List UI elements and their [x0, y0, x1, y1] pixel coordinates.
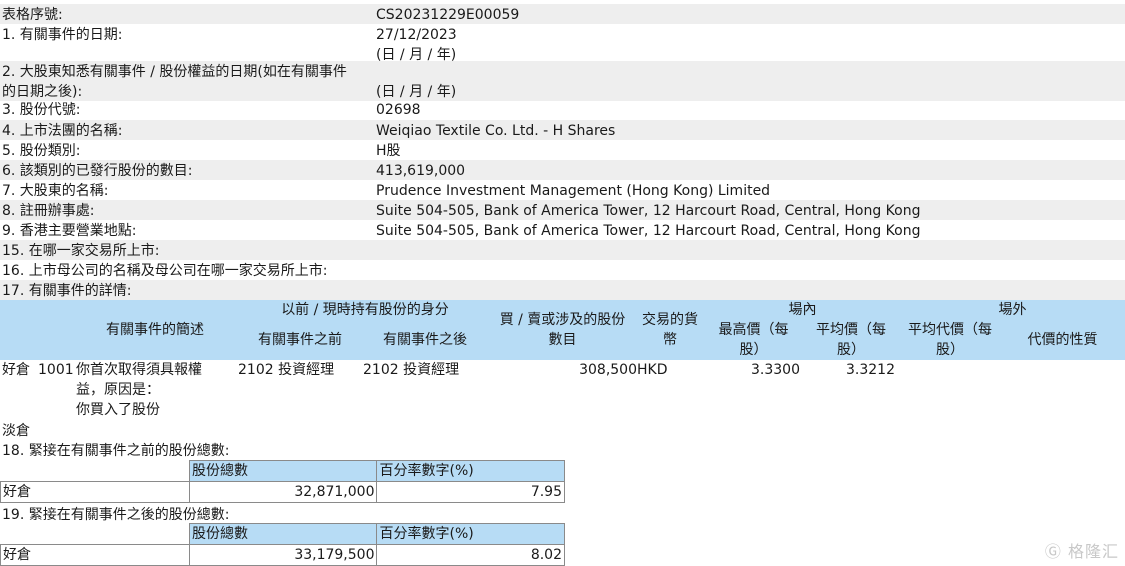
- event-description-line: 你首次取得須具報權: [76, 362, 202, 378]
- short-position-label: 淡倉: [2, 423, 30, 439]
- percentage-value: 8.02: [376, 544, 565, 566]
- header-on-exchange: 場內: [788, 302, 817, 318]
- awareness-date-row: 2. 大股東知悉有關事件 / 股份權益的日期(如在有關事件 的日期之後): (日…: [0, 61, 1125, 101]
- section18-table: 股份總數 百分率數字(%) 好倉 32,871,000 7.95: [0, 460, 565, 503]
- shareholder-name-label: 7. 大股東的名稱:: [2, 183, 109, 199]
- high-price: 3.3300: [751, 362, 800, 378]
- header-avg-price: 平均價（每: [816, 322, 886, 338]
- header-capacity: 以前 / 現時持有股份的身分: [281, 302, 449, 318]
- capacity-after: 2102 投資經理: [363, 362, 460, 378]
- hk-business-place-row: 9. 香港主要營業地點: Suite 504-505, Bank of Amer…: [0, 220, 1125, 240]
- parent-company-label: 16. 上市母公司的名稱及母公司在哪一家交易所上市:: [2, 263, 328, 279]
- registered-office-label: 8. 註冊辦事處:: [2, 203, 95, 219]
- company-name-row: 4. 上市法團的名稱: Weiqiao Textile Co. Ltd. - H…: [0, 120, 1125, 140]
- event-date-row: 1. 有關事件的日期: 27/12/2023 (日 / 月 / 年): [0, 24, 1125, 64]
- issued-shares-row: 6. 該類別的已發行股份的數目: 413,619,000: [0, 160, 1125, 180]
- header-high-price: 最高價（每: [718, 322, 789, 338]
- watermark-logo-icon: Ⓖ: [1044, 542, 1062, 561]
- section19-title: 19. 緊接在有關事件之後的股份總數:: [2, 507, 230, 523]
- event-date-value: 27/12/2023: [376, 27, 457, 43]
- header-off-exchange: 場外: [998, 302, 1027, 318]
- awareness-date-label: 2. 大股東知悉有關事件 / 股份權益的日期(如在有關事件: [2, 64, 347, 80]
- total-shares-value: 33,179,500: [188, 544, 378, 566]
- exchange-row: 15. 在哪一家交易所上市:: [0, 240, 1125, 260]
- form-number-value: CS20231229E00059: [376, 7, 520, 23]
- share-class-value: H股: [376, 143, 401, 159]
- form-number-row: 表格序號: CS20231229E00059: [0, 4, 1125, 24]
- empty-header-cell: [0, 523, 190, 545]
- parent-company-row: 16. 上市母公司的名稱及母公司在哪一家交易所上市:: [0, 260, 1125, 280]
- section19-title-row: 19. 緊接在有關事件之後的股份總數:: [0, 504, 1125, 524]
- hk-business-place-value: Suite 504-505, Bank of America Tower, 12…: [376, 223, 921, 239]
- short-position-row: 淡倉: [0, 420, 1125, 440]
- header-before: 有關事件之前: [258, 332, 342, 348]
- total-shares-value: 32,871,000: [188, 481, 378, 503]
- header-after: 有關事件之後: [383, 332, 467, 348]
- header-description: 有關事件的簡述: [106, 322, 204, 338]
- issued-shares-value: 413,619,000: [376, 163, 466, 179]
- watermark: Ⓖ 格隆汇: [1045, 538, 1119, 562]
- currency: HKD: [637, 362, 668, 378]
- row-label: 好倉: [0, 481, 190, 503]
- stock-code-value: 02698: [376, 102, 421, 118]
- event-date-label: 1. 有關事件的日期:: [2, 27, 123, 43]
- shareholder-name-row: 7. 大股東的名稱: Prudence Investment Managemen…: [0, 180, 1125, 200]
- header-shares: 買 / 賣或涉及的股份: [499, 312, 626, 328]
- col-total-shares: 股份總數: [188, 523, 378, 545]
- avg-price: 3.3212: [846, 362, 895, 378]
- section19-table: 股份總數 百分率數字(%) 好倉 33,179,500 8.02: [0, 523, 565, 566]
- header-high-price-cont: 股）: [739, 342, 768, 358]
- registered-office-row: 8. 註冊辦事處: Suite 504-505, Bank of America…: [0, 200, 1125, 220]
- header-avg-price-cont: 股）: [837, 342, 865, 358]
- capacity-before: 2102 投資經理: [238, 362, 335, 378]
- header-currency: 交易的貨: [642, 312, 698, 328]
- form-number-label: 表格序號:: [2, 7, 63, 23]
- header-currency-cont: 幣: [663, 332, 677, 348]
- empty-header-cell: [0, 460, 190, 482]
- stock-code-label: 3. 股份代號:: [2, 102, 81, 118]
- shareholder-name-value: Prudence Investment Management (Hong Kon…: [376, 183, 771, 199]
- event-details-row: 17. 有關事件的詳情:: [0, 280, 1125, 300]
- col-total-shares: 股份總數: [188, 460, 378, 482]
- stock-code-row: 3. 股份代號: 02698: [0, 99, 1125, 119]
- header-off-avg-price: 平均代價（每: [908, 322, 992, 338]
- col-percentage: 百分率數字(%): [376, 460, 565, 482]
- event-table-header: 有關事件的簡述 以前 / 現時持有股份的身分 有關事件之前 有關事件之後 買 /…: [0, 300, 1125, 360]
- row-label: 好倉: [0, 544, 190, 566]
- share-class-label: 5. 股份類別:: [2, 143, 81, 159]
- header-consideration: 代價的性質: [1027, 332, 1098, 348]
- hk-business-place-label: 9. 香港主要營業地點:: [2, 223, 137, 239]
- header-off-avg-price-cont: 股）: [936, 342, 964, 358]
- event-details-label: 17. 有關事件的詳情:: [2, 283, 132, 299]
- event-code: 1001: [38, 362, 74, 378]
- position-label: 好倉: [2, 362, 30, 378]
- event-description-line: 你買入了股份: [76, 402, 160, 418]
- long-position-row: 好倉 1001 你首次取得須具報權 益，原因是： 你買入了股份 2102 投資經…: [0, 360, 1125, 420]
- section18-title: 18. 緊接在有關事件之前的股份總數:: [2, 443, 230, 459]
- section18-title-row: 18. 緊接在有關事件之前的股份總數:: [0, 440, 1125, 460]
- watermark-text: 格隆汇: [1067, 542, 1119, 561]
- shares-involved: 308,500: [579, 362, 637, 378]
- event-description-line: 益，原因是：: [76, 382, 160, 398]
- exchange-label: 15. 在哪一家交易所上市:: [2, 243, 160, 259]
- percentage-value: 7.95: [376, 481, 565, 503]
- share-class-row: 5. 股份類別: H股: [0, 140, 1125, 160]
- col-percentage: 百分率數字(%): [376, 523, 565, 545]
- company-name-value: Weiqiao Textile Co. Ltd. - H Shares: [376, 123, 616, 139]
- issued-shares-label: 6. 該類別的已發行股份的數目:: [2, 163, 193, 179]
- company-name-label: 4. 上市法團的名稱:: [2, 123, 123, 139]
- registered-office-value: Suite 504-505, Bank of America Tower, 12…: [376, 203, 921, 219]
- header-shares-cont: 數目: [548, 332, 577, 348]
